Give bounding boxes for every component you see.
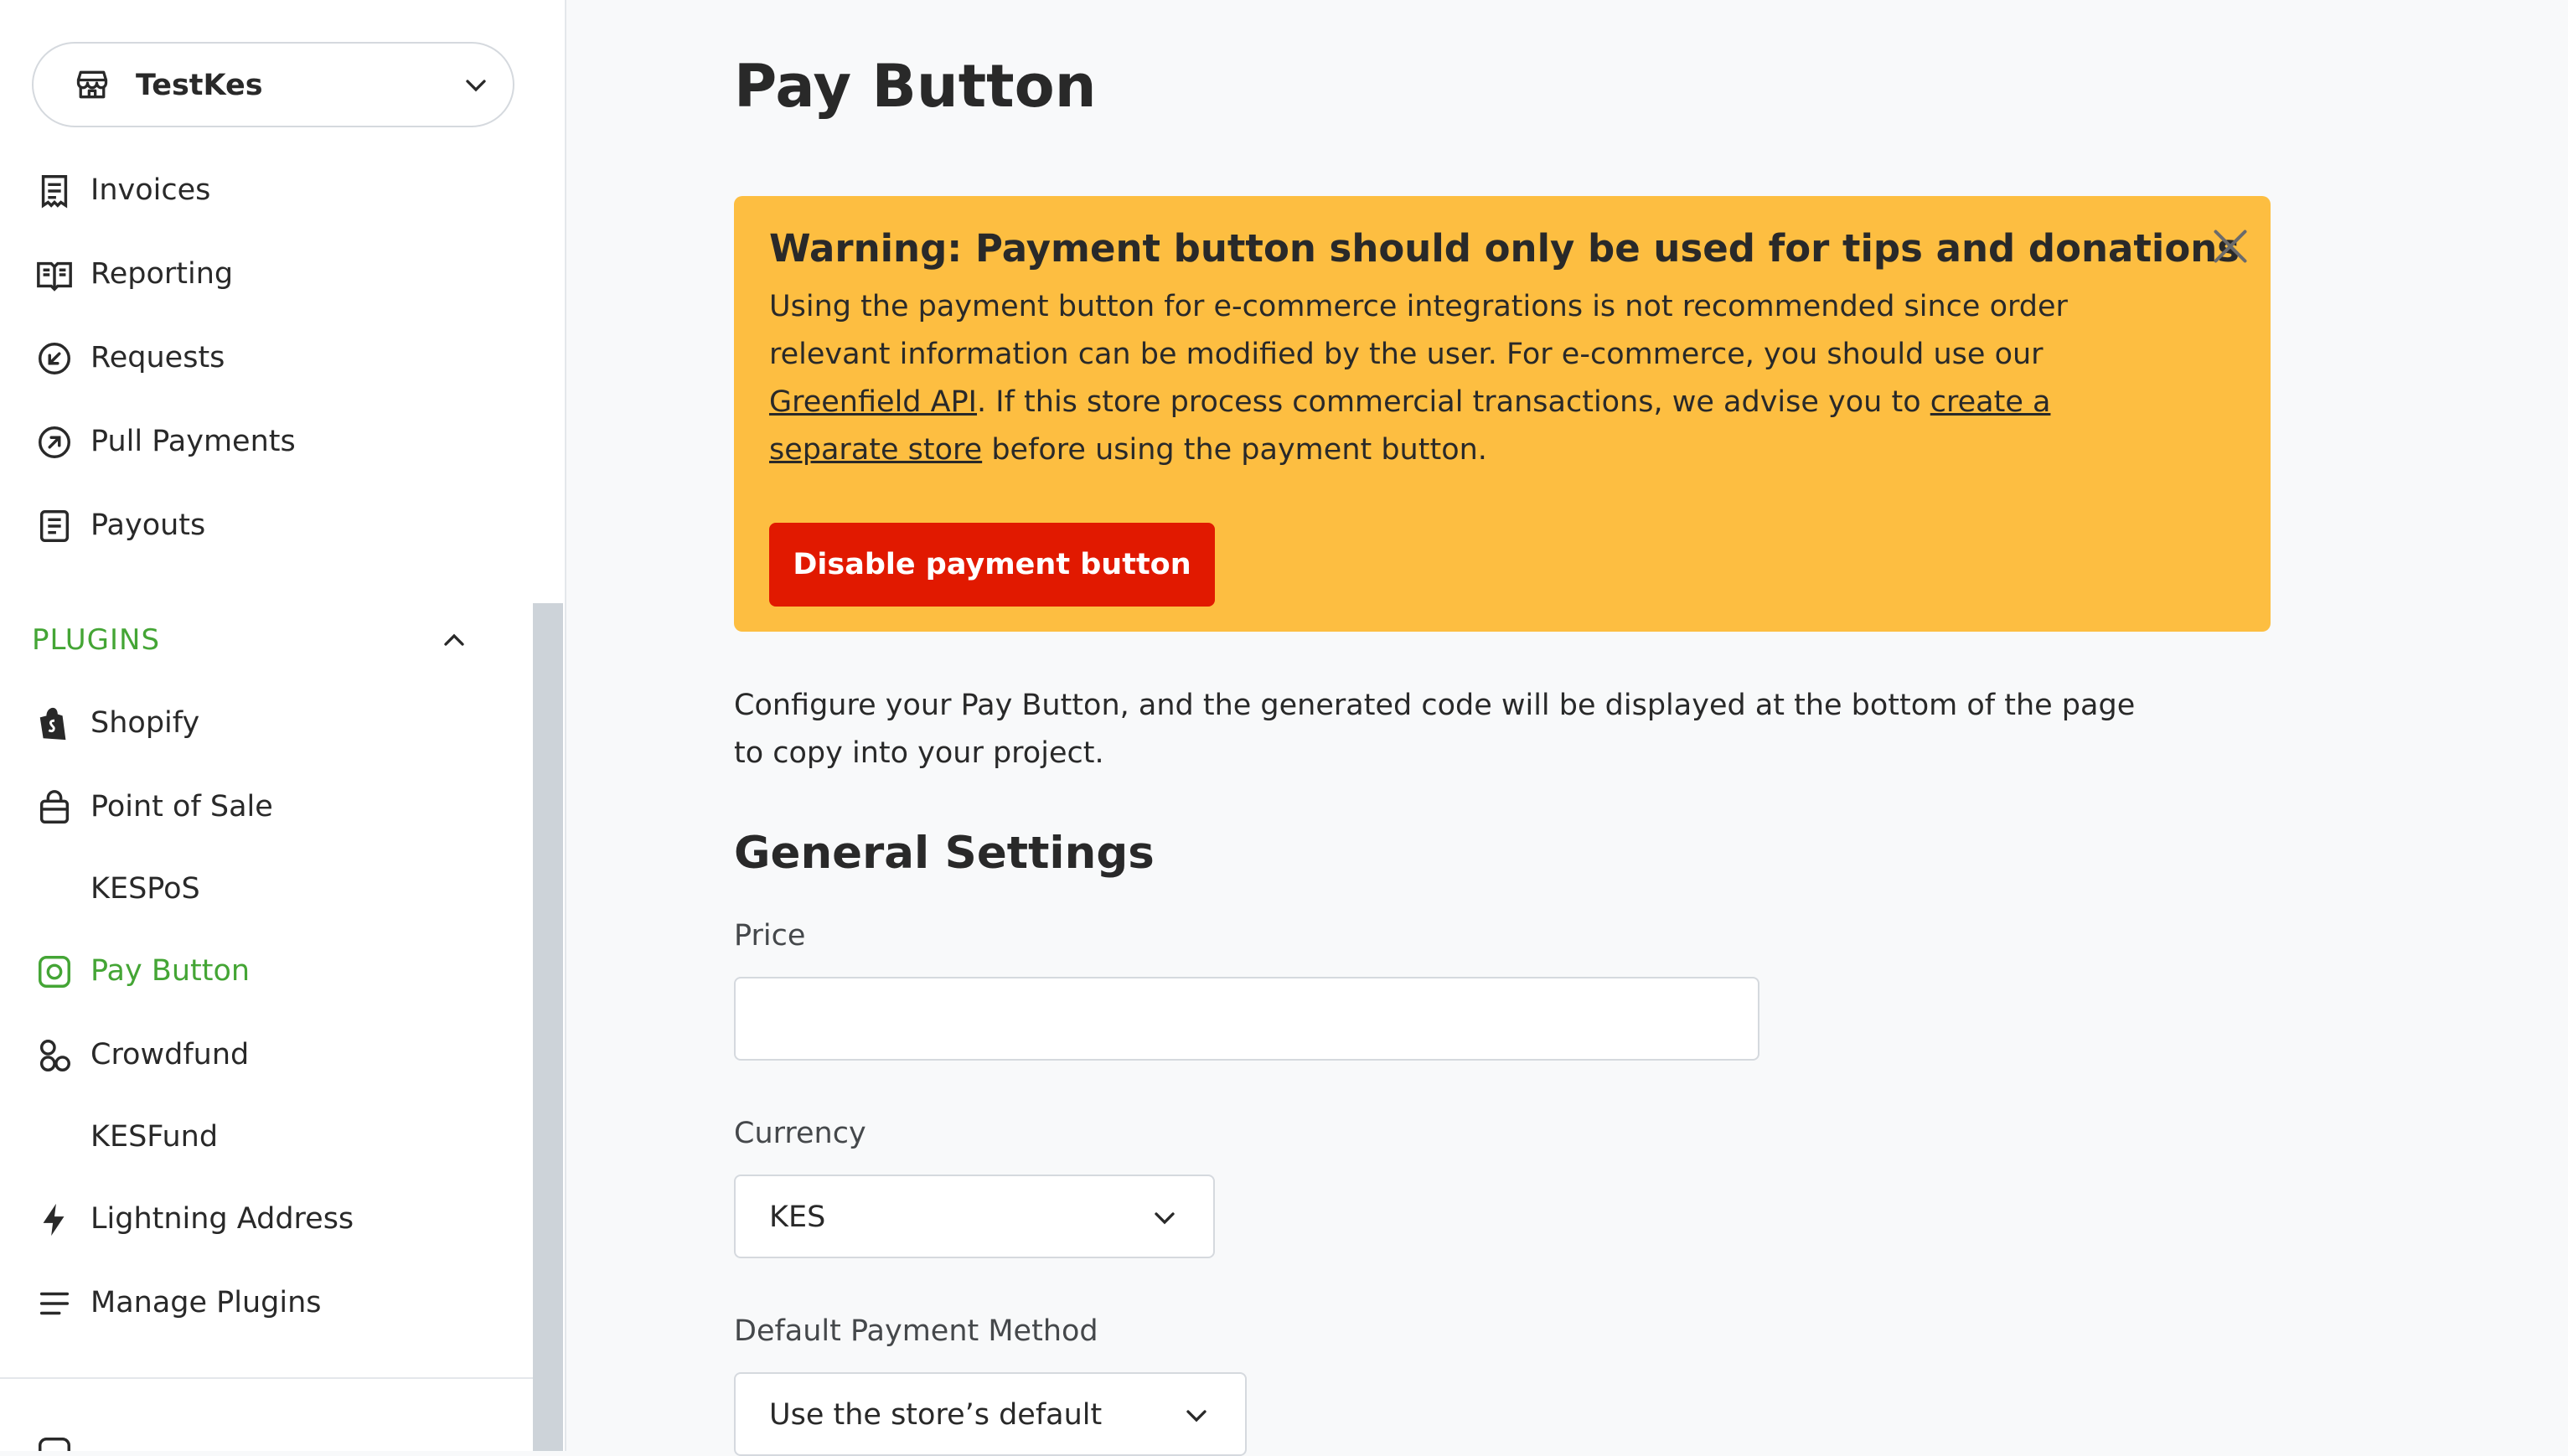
lightning-icon xyxy=(43,1203,65,1237)
nav-item-label: Pay Button xyxy=(90,954,251,988)
pay-button-icon xyxy=(39,956,70,988)
nav-item-label: Reporting xyxy=(90,257,234,291)
currency-select[interactable]: KES xyxy=(734,1175,1215,1258)
alert-body-text: before using the payment button. xyxy=(982,433,1487,467)
intro-text: Configure your Pay Button, and the gener… xyxy=(734,689,2136,770)
nav-item-label: Requests xyxy=(90,341,225,374)
nav-item-crowdfund[interactable]: Crowdfund xyxy=(0,1025,503,1084)
alert-body-text: Using the payment button for e-commerce … xyxy=(769,290,2068,371)
store-icon xyxy=(76,70,108,99)
currency-value: KES xyxy=(769,1200,826,1234)
nav-item-requests[interactable]: Requests xyxy=(0,328,503,387)
currency-label: Currency xyxy=(734,1117,866,1150)
nav-item-label: Invoices xyxy=(90,173,211,207)
shopify-icon xyxy=(39,707,66,741)
store-selector[interactable]: TestKes xyxy=(32,42,514,127)
nav-item-kespos[interactable]: KESPoS xyxy=(0,860,503,918)
pos-icon xyxy=(39,790,70,824)
price-label: Price xyxy=(734,919,806,953)
nav-item-label: KESPoS xyxy=(90,872,200,906)
store-name: TestKes xyxy=(136,69,263,102)
crowdfund-icon xyxy=(39,1040,70,1071)
nav-item-invoices[interactable]: Invoices xyxy=(0,161,503,219)
settings-icon xyxy=(39,1438,70,1451)
nav-item-label: Point of Sale xyxy=(90,790,273,824)
list-icon xyxy=(39,1292,70,1315)
nav-item-point-of-sale[interactable]: Point of Sale xyxy=(0,777,503,836)
plugins-section-title: PLUGINS xyxy=(32,623,161,657)
arrow-out-circle-icon xyxy=(39,426,70,458)
payment-method-value: Use the store’s default xyxy=(769,1398,1103,1432)
invoice-icon xyxy=(41,175,68,209)
nav-item-label: Crowdfund xyxy=(90,1038,250,1071)
document-icon xyxy=(39,510,70,542)
alert-body: Using the payment button for e-commerce … xyxy=(769,283,2110,474)
nav-item-reporting[interactable]: Reporting xyxy=(0,245,503,303)
nav-item-label: Lightning Address xyxy=(90,1202,354,1236)
nav-item-manage-plugins[interactable]: Manage Plugins xyxy=(0,1273,503,1332)
disable-payment-button[interactable]: Disable payment button xyxy=(769,523,1215,607)
nav-item-kesfund[interactable]: KESFund xyxy=(0,1107,503,1166)
arrow-in-circle-icon xyxy=(39,343,70,374)
general-settings-heading: General Settings xyxy=(734,828,1155,879)
nav-item-label: KESFund xyxy=(90,1120,219,1154)
chevron-down-icon xyxy=(1186,1410,1206,1422)
chevron-up-icon[interactable] xyxy=(437,623,471,657)
nav-item-label: Shopify xyxy=(90,706,200,740)
sidebar-divider xyxy=(0,1377,533,1379)
page-title: Pay Button xyxy=(734,52,1097,121)
book-icon xyxy=(37,261,72,292)
warning-alert: Warning: Payment button should only be u… xyxy=(734,196,2271,632)
alert-title: Warning: Payment button should only be u… xyxy=(769,226,2240,271)
sidebar-scrollbar-thumb[interactable] xyxy=(533,603,563,1451)
nav-item-label: Payouts xyxy=(90,509,206,542)
alert-body-text: . If this store process commercial trans… xyxy=(977,385,1930,419)
nav-item-lightning-address[interactable]: Lightning Address xyxy=(0,1190,503,1248)
nav-item-pull-payments[interactable]: Pull Payments xyxy=(0,412,503,471)
chevron-down-icon xyxy=(466,80,486,92)
nav-item-label: Manage Plugins xyxy=(90,1286,322,1319)
nav-item-shopify[interactable]: Shopify xyxy=(0,694,503,752)
nav-item-pay-button[interactable]: Pay Button xyxy=(0,942,503,1000)
price-input[interactable] xyxy=(734,977,1759,1061)
nav-item-payouts[interactable]: Payouts xyxy=(0,496,503,555)
close-icon[interactable] xyxy=(2205,221,2255,271)
chevron-down-icon xyxy=(1155,1212,1175,1225)
payment-method-select[interactable]: Use the store’s default xyxy=(734,1372,1247,1456)
nav-item-label: Pull Payments xyxy=(90,425,296,458)
sidebar: TestKes Invoices Reporting Requests Pull… xyxy=(0,0,566,1451)
greenfield-api-link[interactable]: Greenfield API xyxy=(769,385,977,419)
payment-method-label: Default Payment Method xyxy=(734,1314,1098,1348)
